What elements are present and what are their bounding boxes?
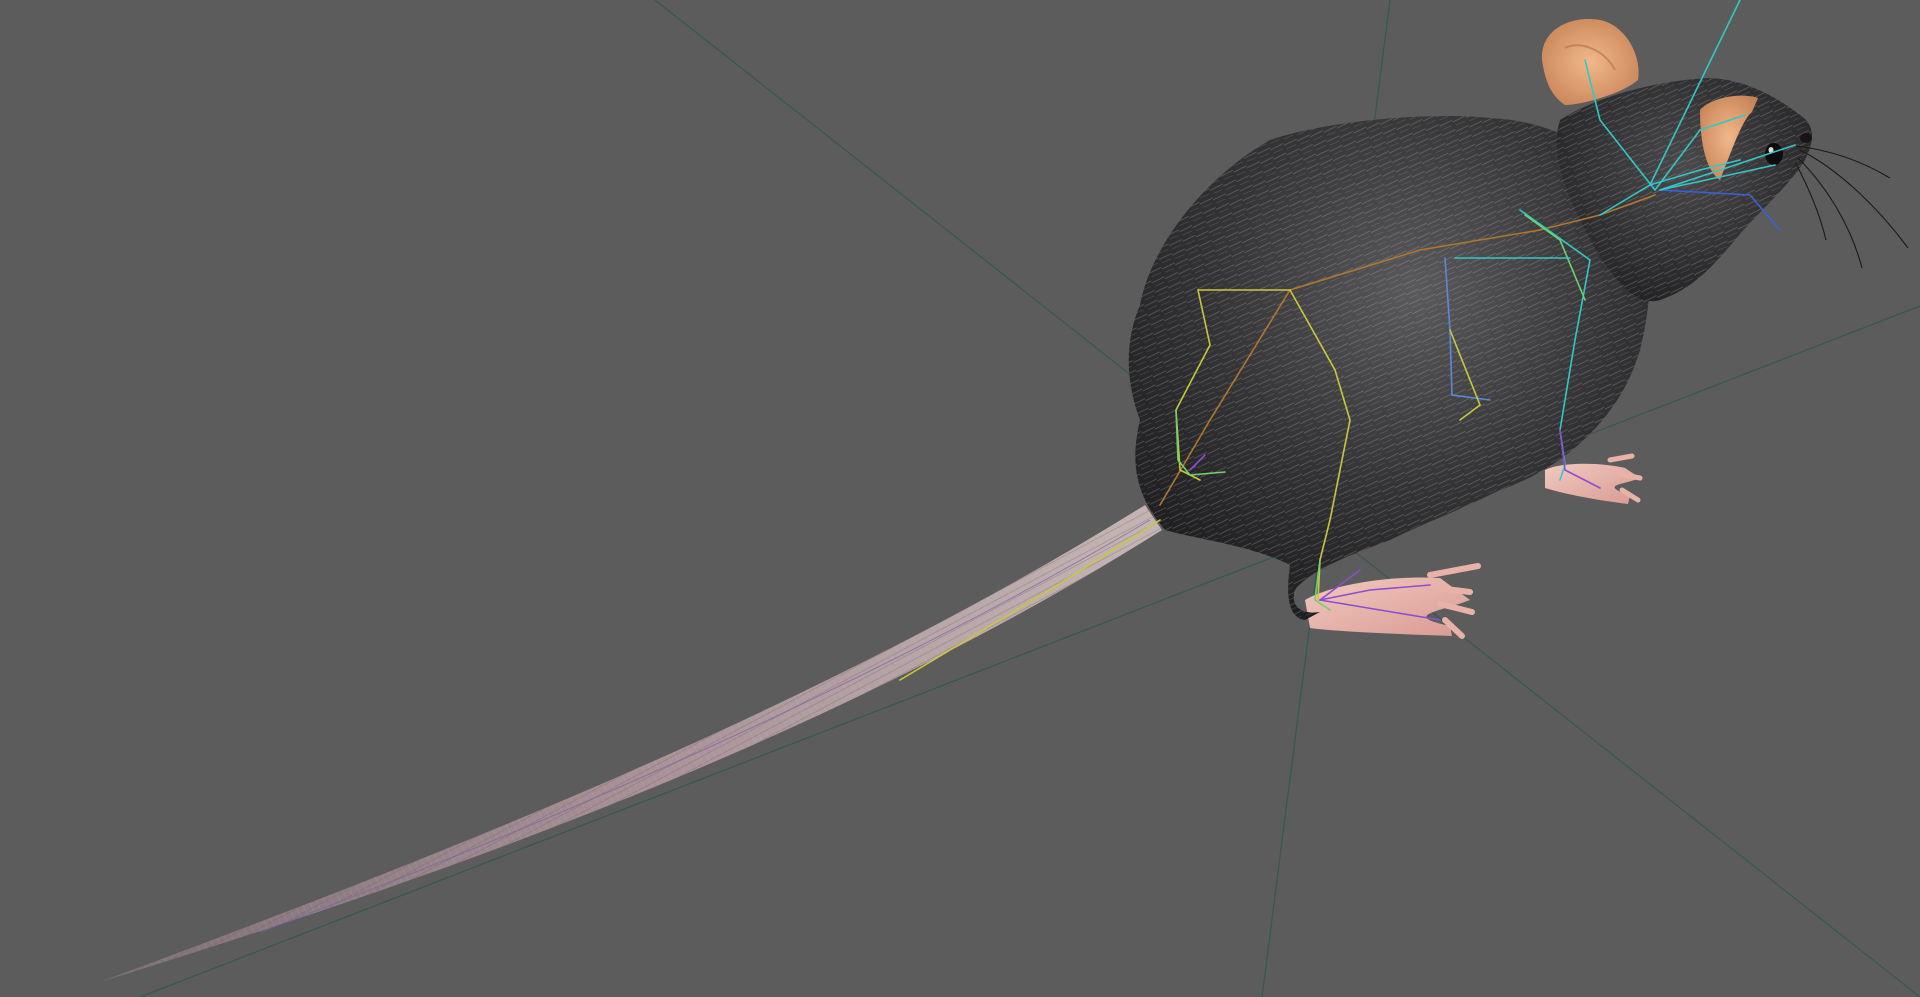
rat-ear-back[interactable] [1541,19,1639,105]
rat-tail[interactable] [100,505,1162,982]
rat-nose [1800,133,1812,143]
viewport-scene[interactable] [0,0,1920,997]
3d-viewport[interactable] [0,0,1920,997]
rat-whiskers [1794,145,1909,269]
rat-hind-paw[interactable] [1305,563,1481,639]
